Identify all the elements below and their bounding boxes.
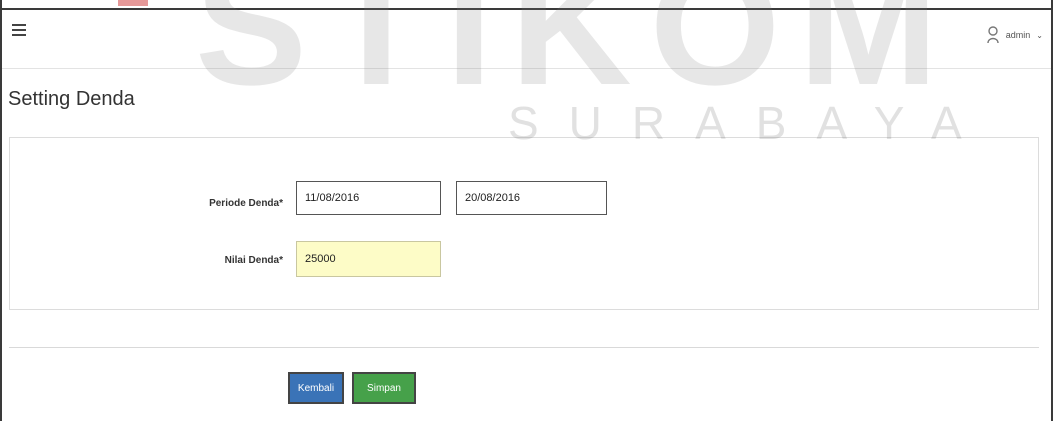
periode-start-input[interactable] bbox=[296, 181, 441, 215]
periode-end-input[interactable] bbox=[456, 181, 607, 215]
nilai-label: Nilai Denda* bbox=[224, 255, 283, 266]
page-title: Setting Denda bbox=[8, 88, 135, 110]
back-button[interactable]: Kembali bbox=[288, 372, 344, 404]
form-panel: Periode Denda* Nilai Denda* bbox=[9, 137, 1039, 310]
user-menu[interactable]: admin ⌄ bbox=[986, 24, 1043, 46]
top-navbar: admin ⌄ bbox=[2, 10, 1051, 69]
chevron-down-icon: ⌄ bbox=[1036, 30, 1043, 40]
hamburger-icon[interactable] bbox=[12, 24, 26, 38]
user-name: admin bbox=[1005, 30, 1031, 40]
form-divider bbox=[9, 347, 1039, 348]
periode-label: Periode Denda* bbox=[209, 198, 283, 209]
user-icon bbox=[986, 26, 1000, 44]
nilai-denda-input[interactable] bbox=[296, 241, 441, 277]
save-button[interactable]: Simpan bbox=[352, 372, 416, 404]
